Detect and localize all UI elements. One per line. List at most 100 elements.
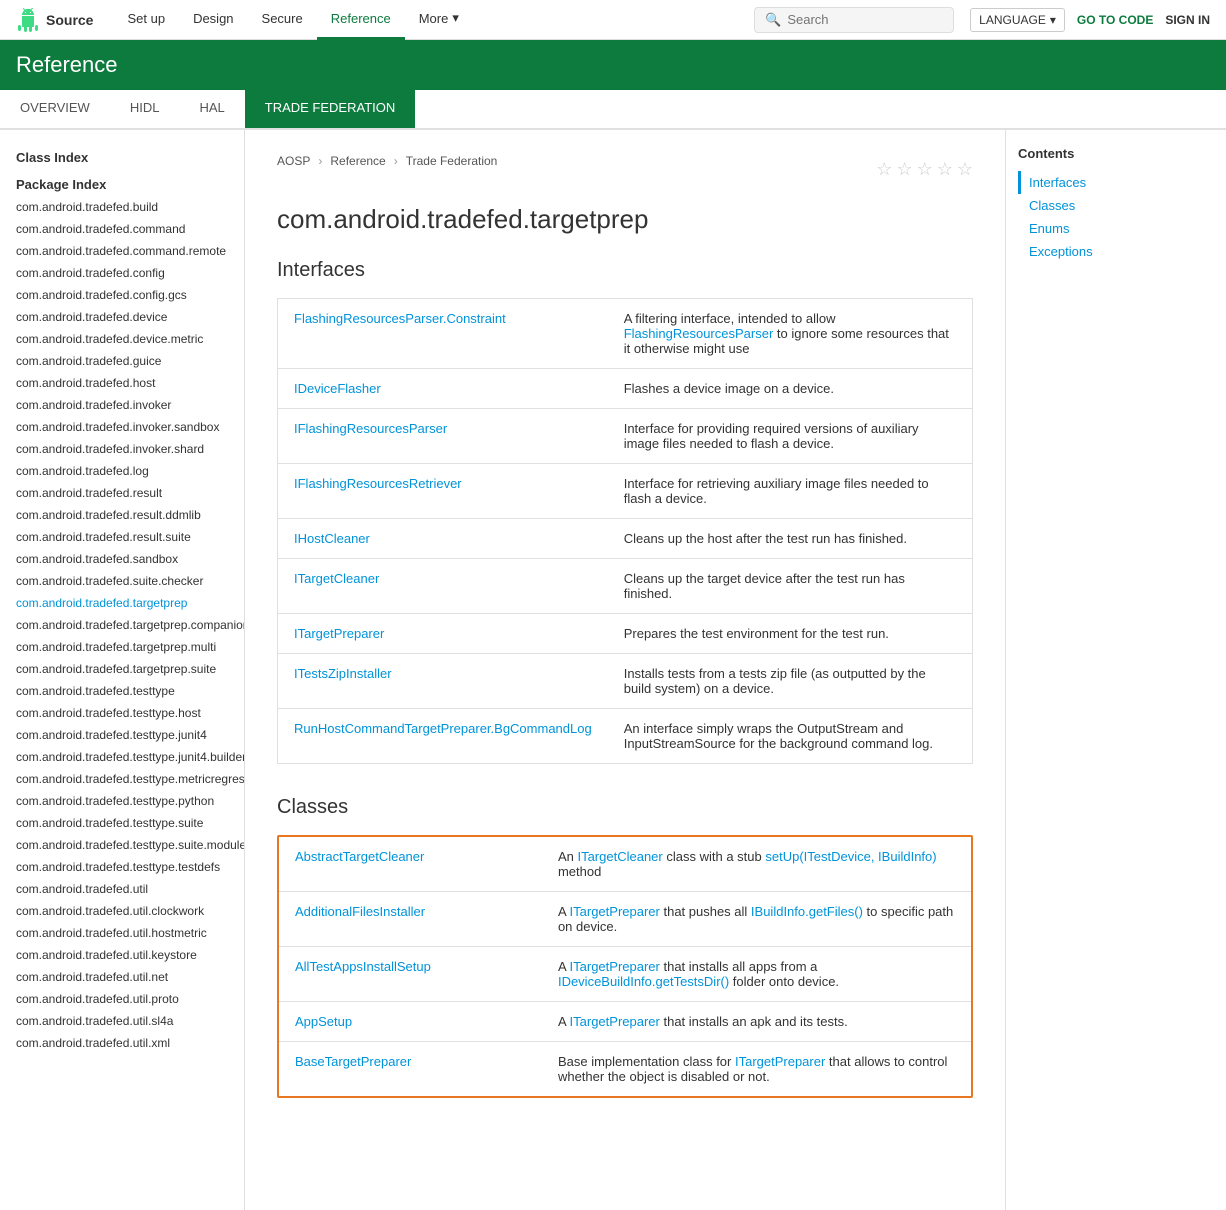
tab-hal[interactable]: HAL — [179, 90, 244, 128]
desc-link-itargetpreparer3[interactable]: ITargetPreparer — [570, 1014, 660, 1029]
sidebar-item-result-suite[interactable]: com.android.tradefed.result.suite — [0, 526, 244, 548]
sidebar-item-device-metric[interactable]: com.android.tradefed.device.metric — [0, 328, 244, 350]
classes-heading: Classes — [277, 796, 973, 819]
toc-item-interfaces[interactable]: Interfaces — [1018, 171, 1173, 194]
sidebar-item-result-ddmlib[interactable]: com.android.tradefed.result.ddmlib — [0, 504, 244, 526]
sidebar-item-util-clockwork[interactable]: com.android.tradefed.util.clockwork — [0, 900, 244, 922]
interface-link-itargetcleaner[interactable]: ITargetCleaner — [294, 571, 379, 586]
sidebar-item-sandbox[interactable]: com.android.tradefed.sandbox — [0, 548, 244, 570]
interface-desc-itargetpreparer: Prepares the test environment for the te… — [608, 614, 973, 654]
nav-setup[interactable]: Set up — [113, 0, 179, 40]
breadcrumb-aosp[interactable]: AOSP — [277, 154, 310, 168]
sidebar-item-util-hostmetric[interactable]: com.android.tradefed.util.hostmetric — [0, 922, 244, 944]
sidebar-item-invoker-sandbox[interactable]: com.android.tradefed.invoker.sandbox — [0, 416, 244, 438]
sidebar-item-result[interactable]: com.android.tradefed.result — [0, 482, 244, 504]
tab-overview[interactable]: OVERVIEW — [0, 90, 110, 128]
class-link-alltestappsinstallsetup[interactable]: AllTestAppsInstallSetup — [295, 959, 431, 974]
sidebar-item-util[interactable]: com.android.tradefed.util — [0, 878, 244, 900]
star-4[interactable]: ☆ — [937, 159, 953, 180]
desc-link-getfiles[interactable]: IBuildInfo.getFiles() — [751, 904, 863, 919]
language-button[interactable]: LANGUAGE ▾ — [970, 8, 1065, 32]
logo[interactable]: Source — [16, 8, 93, 32]
interface-link-ihostcleaner[interactable]: IHostCleaner — [294, 531, 370, 546]
sidebar-item-testtype-junit4-builder[interactable]: com.android.tradefed.testtype.junit4.bui… — [0, 746, 244, 768]
toc-item-enums[interactable]: Enums — [1018, 217, 1173, 240]
star-1[interactable]: ☆ — [876, 159, 892, 180]
nav-reference[interactable]: Reference — [317, 0, 405, 40]
nav-links: Set up Design Secure Reference More ▾ — [113, 0, 472, 40]
sidebar-item-testtype-junit4[interactable]: com.android.tradefed.testtype.junit4 — [0, 724, 244, 746]
nav-design[interactable]: Design — [179, 0, 247, 40]
sidebar-item-invoker[interactable]: com.android.tradefed.invoker — [0, 394, 244, 416]
desc-link-itargetpreparer[interactable]: ITargetPreparer — [570, 904, 660, 919]
sidebar-item-command[interactable]: com.android.tradefed.command — [0, 218, 244, 240]
interface-link-itargetpreparer[interactable]: ITargetPreparer — [294, 626, 384, 641]
search-area[interactable]: 🔍 — [754, 7, 954, 33]
search-input[interactable] — [787, 12, 943, 27]
rating-stars[interactable]: ☆ ☆ ☆ ☆ ☆ — [876, 159, 973, 180]
star-3[interactable]: ☆ — [917, 159, 933, 180]
main-layout: Class Index Package Index com.android.tr… — [0, 130, 1226, 1210]
desc-link-itargetpreparer2[interactable]: ITargetPreparer — [570, 959, 660, 974]
desc-link-setup[interactable]: setUp(ITestDevice, IBuildInfo) — [765, 849, 936, 864]
sign-in-button[interactable]: SIGN IN — [1165, 13, 1210, 27]
sidebar-item-targetprep[interactable]: com.android.tradefed.targetprep — [0, 592, 244, 614]
class-desc-basetargetpreparer: Base implementation class for ITargetPre… — [542, 1042, 971, 1097]
sidebar-item-targetprep-multi[interactable]: com.android.tradefed.targetprep.multi — [0, 636, 244, 658]
sidebar-item-invoker-shard[interactable]: com.android.tradefed.invoker.shard — [0, 438, 244, 460]
sidebar-item-util-proto[interactable]: com.android.tradefed.util.proto — [0, 988, 244, 1010]
sidebar-item-guice[interactable]: com.android.tradefed.guice — [0, 350, 244, 372]
sidebar-item-config[interactable]: com.android.tradefed.config — [0, 262, 244, 284]
sidebar-item-package-index[interactable]: Package Index — [0, 169, 244, 196]
breadcrumb-trade-federation[interactable]: Trade Federation — [406, 154, 498, 168]
sidebar-item-util-xml[interactable]: com.android.tradefed.util.xml — [0, 1032, 244, 1054]
nav-more[interactable]: More ▾ — [405, 0, 473, 40]
sidebar-item-targetprep-companion[interactable]: com.android.tradefed.targetprep.companio… — [0, 614, 244, 636]
toc-item-classes[interactable]: Classes — [1018, 194, 1173, 217]
table-row: IHostCleaner Cleans up the host after th… — [278, 519, 973, 559]
interface-desc-flashing-constraint: A filtering interface, intended to allow… — [608, 299, 973, 369]
interface-link-iflashingresourcesretriever[interactable]: IFlashingResourcesRetriever — [294, 476, 462, 491]
sidebar-item-testtype[interactable]: com.android.tradefed.testtype — [0, 680, 244, 702]
sidebar-item-build[interactable]: com.android.tradefed.build — [0, 196, 244, 218]
sidebar-item-testtype-suite-module[interactable]: com.android.tradefed.testtype.suite.modu… — [0, 834, 244, 856]
desc-link[interactable]: FlashingResourcesParser — [624, 326, 774, 341]
sidebar-item-util-sl4a[interactable]: com.android.tradefed.util.sl4a — [0, 1010, 244, 1032]
go-to-code-button[interactable]: GO TO CODE — [1077, 13, 1153, 27]
sidebar-item-targetprep-suite[interactable]: com.android.tradefed.targetprep.suite — [0, 658, 244, 680]
interface-link-runhostcommand[interactable]: RunHostCommandTargetPreparer.BgCommandLo… — [294, 721, 592, 736]
sidebar-item-util-net[interactable]: com.android.tradefed.util.net — [0, 966, 244, 988]
interface-link-flashing-constraint[interactable]: FlashingResourcesParser.Constraint — [294, 311, 506, 326]
sidebar-item-class-index[interactable]: Class Index — [0, 142, 244, 169]
sidebar-item-testtype-testdefs[interactable]: com.android.tradefed.testtype.testdefs — [0, 856, 244, 878]
sidebar-item-host[interactable]: com.android.tradefed.host — [0, 372, 244, 394]
tab-trade-federation[interactable]: TRADE FEDERATION — [245, 90, 416, 128]
sidebar-item-testtype-metricregression[interactable]: com.android.tradefed.testtype.metricregr… — [0, 768, 244, 790]
sidebar-item-testtype-python[interactable]: com.android.tradefed.testtype.python — [0, 790, 244, 812]
class-link-abstracttargetcleaner[interactable]: AbstractTargetCleaner — [295, 849, 424, 864]
desc-link-itargetpreparer4[interactable]: ITargetPreparer — [735, 1054, 825, 1069]
star-5[interactable]: ☆ — [957, 159, 973, 180]
sidebar-item-command-remote[interactable]: com.android.tradefed.command.remote — [0, 240, 244, 262]
interface-link-ideviceflasher[interactable]: IDeviceFlasher — [294, 381, 381, 396]
sidebar-item-testtype-suite[interactable]: com.android.tradefed.testtype.suite — [0, 812, 244, 834]
sidebar-item-log[interactable]: com.android.tradefed.log — [0, 460, 244, 482]
interface-link-itestszipinstaller[interactable]: ITestsZipInstaller — [294, 666, 392, 681]
desc-link-itargetcleaner[interactable]: ITargetCleaner — [577, 849, 662, 864]
class-link-appsetup[interactable]: AppSetup — [295, 1014, 352, 1029]
tab-hidl[interactable]: HIDL — [110, 90, 180, 128]
sidebar-item-testtype-host[interactable]: com.android.tradefed.testtype.host — [0, 702, 244, 724]
sidebar-item-config-gcs[interactable]: com.android.tradefed.config.gcs — [0, 284, 244, 306]
sidebar-item-device[interactable]: com.android.tradefed.device — [0, 306, 244, 328]
star-2[interactable]: ☆ — [896, 159, 912, 180]
toc-item-exceptions[interactable]: Exceptions — [1018, 240, 1173, 263]
sidebar-item-util-keystore[interactable]: com.android.tradefed.util.keystore — [0, 944, 244, 966]
desc-link-gettestsdir[interactable]: IDeviceBuildInfo.getTestsDir() — [558, 974, 729, 989]
class-link-additionalfilesinstaller[interactable]: AdditionalFilesInstaller — [295, 904, 425, 919]
class-link-basetargetpreparer[interactable]: BaseTargetPreparer — [295, 1054, 411, 1069]
nav-secure[interactable]: Secure — [248, 0, 317, 40]
sidebar-item-suite-checker[interactable]: com.android.tradefed.suite.checker — [0, 570, 244, 592]
breadcrumb-reference[interactable]: Reference — [330, 154, 385, 168]
search-icon: 🔍 — [765, 12, 781, 28]
interface-link-iflashingresourcesparser[interactable]: IFlashingResourcesParser — [294, 421, 447, 436]
